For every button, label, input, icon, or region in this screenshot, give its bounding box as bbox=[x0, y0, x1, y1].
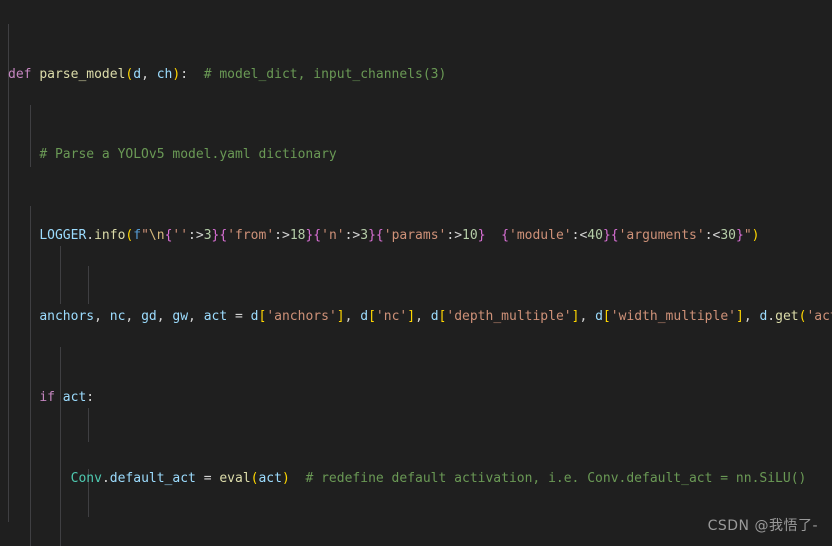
csdn-watermark: CSDN @我悟了- bbox=[707, 517, 818, 534]
code-line[interactable]: anchors, nc, gd, gw, act = d['anchors'],… bbox=[0, 307, 832, 327]
code-content[interactable]: def parse_model(d, ch): # model_dict, in… bbox=[0, 0, 832, 546]
code-line[interactable]: def parse_model(d, ch): # model_dict, in… bbox=[0, 65, 832, 85]
code-line[interactable]: if act: bbox=[0, 388, 832, 408]
code-line[interactable]: LOGGER.info(f"\n{'':>3}{'from':>18}{'n':… bbox=[0, 226, 832, 246]
code-line[interactable]: # Parse a YOLOv5 model.yaml dictionary bbox=[0, 145, 832, 165]
code-editor[interactable]: def parse_model(d, ch): # model_dict, in… bbox=[0, 0, 832, 546]
code-line[interactable]: Conv.default_act = eval(act) # redefine … bbox=[0, 469, 832, 489]
